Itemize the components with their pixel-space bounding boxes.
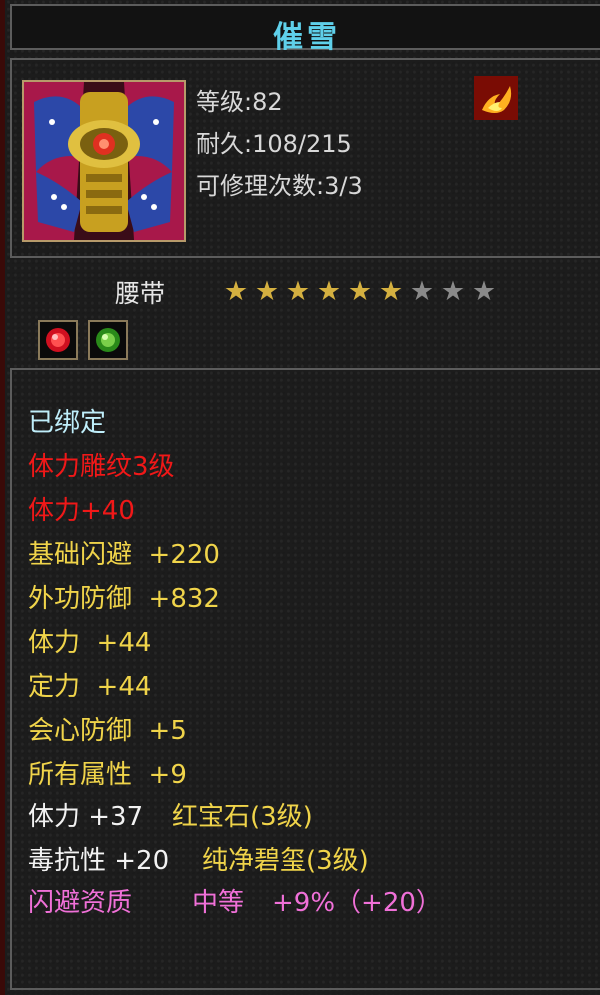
item-tooltip: 催雪 等级:82 耐久:108/215 可修理次数:3/3 腰带 ★ ★ ★ ★… [0,0,600,995]
all-attributes-line: 所有属性 +9 [28,760,187,790]
outer-defense-line: 外功防御 +832 [28,584,220,614]
item-repair-count: 可修理次数:3/3 [196,172,363,200]
aptitude-bonus: +9%（+20） [272,888,442,918]
item-name: 催雪 [273,20,341,55]
green-gem-icon [88,320,128,360]
title-bar: 催雪 [10,4,600,55]
gem2-name: 纯净碧玺(3级) [202,846,369,876]
star-filled-icon: ★ [254,276,280,307]
gem1-stat: 体力 +37 [28,802,144,832]
aptitude-label: 闪避资质 [28,888,133,918]
stamina-line: 体力 +44 [28,628,152,658]
crit-defense-line: 会心防御 +5 [28,716,187,746]
star-filled-icon: ★ [378,276,404,307]
star-filled-icon: ★ [347,276,373,307]
star-filled-icon: ★ [223,276,249,307]
aptitude-grade: 中等 [192,888,245,918]
panel-edge [0,0,5,995]
red-gem-icon [38,320,78,360]
fire-icon [474,76,518,120]
engrave-line: 体力雕纹3级 [28,452,175,482]
item-type: 腰带 [115,279,166,308]
star-empty-icon: ★ [409,276,435,307]
belt-icon [22,80,186,242]
star-empty-icon: ★ [440,276,466,307]
gem1-name: 红宝石(3级) [172,802,313,832]
star-filled-icon: ★ [285,276,311,307]
item-level: 等级:82 [196,88,283,116]
star-filled-icon: ★ [316,276,342,307]
bound-status: 已绑定 [28,408,107,438]
concentration-line: 定力 +44 [28,672,152,702]
base-dodge-line: 基础闪避 +220 [28,540,220,570]
gem2-stat: 毒抗性 +20 [28,846,170,876]
star-empty-icon: ★ [471,276,497,307]
item-durability: 耐久:108/215 [196,130,352,158]
engrave-bonus-line: 体力+40 [28,496,135,526]
